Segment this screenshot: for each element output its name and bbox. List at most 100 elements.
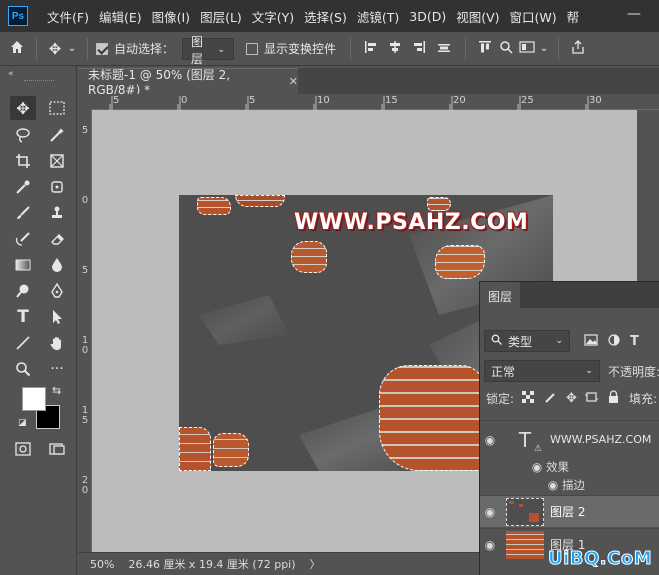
brush-tool-icon[interactable] <box>10 201 36 225</box>
zoom-level[interactable]: 50% <box>90 558 114 571</box>
menu-type[interactable]: 文字(Y) <box>247 7 299 26</box>
align-center-icon[interactable] <box>383 40 407 58</box>
home-icon[interactable] <box>0 39 34 59</box>
layer-effects-row[interactable]: ◉ 效果 <box>480 458 659 476</box>
brick-fragment <box>213 433 249 467</box>
layer-row-layer2[interactable]: ◉ 图层 2 <box>480 495 659 527</box>
adjustment-filter-icon[interactable] <box>608 333 620 349</box>
layer2-thumbnail <box>506 497 544 526</box>
menu-image[interactable]: 图像(I) <box>147 7 195 26</box>
gradient-tool-icon[interactable] <box>10 253 36 277</box>
ruler-label: 25 <box>521 95 534 106</box>
eyedropper-tool-icon[interactable] <box>10 175 36 199</box>
workspace-icon[interactable] <box>516 40 538 58</box>
visibility-eye-icon[interactable]: ◉ <box>480 505 500 519</box>
auto-select-checkbox[interactable] <box>96 42 108 55</box>
align-right-icon[interactable] <box>407 40 431 58</box>
visibility-eye-icon[interactable]: ◉ <box>480 538 500 552</box>
history-brush-tool-icon[interactable] <box>10 227 36 251</box>
menu-select[interactable]: 选择(S) <box>299 7 352 26</box>
blend-mode-dropdown[interactable]: 正常 ⌄ <box>484 360 600 382</box>
type-filter-icon[interactable]: T <box>630 334 639 349</box>
lock-pixels-icon[interactable] <box>544 391 556 406</box>
layer-effect-stroke-row[interactable]: ◉ 描边 <box>480 476 659 494</box>
layer-filter-dropdown[interactable]: 类型 ⌄ <box>484 330 570 352</box>
menu-edit[interactable]: 编辑(E) <box>94 7 147 26</box>
visibility-eye-icon[interactable]: ◉ <box>528 460 546 474</box>
vertical-ruler[interactable]: 5 0 5 1 0 1 5 2 0 <box>78 110 92 552</box>
collapse-icon[interactable]: « <box>8 69 14 79</box>
close-icon[interactable]: ✕ <box>289 75 298 88</box>
layer-row-text[interactable]: ◉ T ⚠ WWW.PSAHZ.COM <box>480 420 659 458</box>
ruler-label: 20 <box>453 95 466 106</box>
horizontal-ruler[interactable]: 5 0 5 10 15 20 25 30 <box>92 94 659 110</box>
marquee-tool-icon[interactable] <box>44 96 70 120</box>
lock-transparent-icon[interactable] <box>522 390 535 406</box>
show-transform-checkbox[interactable] <box>246 42 259 55</box>
auto-select-label: 自动选择： <box>114 42 175 56</box>
distribute-icon[interactable] <box>431 40 457 58</box>
lock-position-icon[interactable]: ✥ <box>566 391 577 406</box>
ruler-label: 15 <box>385 95 398 106</box>
chevron-down-icon: ⌄ <box>585 366 593 376</box>
path-selection-tool-icon[interactable] <box>44 305 70 329</box>
menu-window[interactable]: 窗口(W) <box>505 7 562 26</box>
pen-tool-icon[interactable] <box>44 279 70 303</box>
menu-3d[interactable]: 3D(D) <box>404 9 451 24</box>
search-icon[interactable] <box>496 40 516 58</box>
image-filter-icon[interactable] <box>584 333 598 349</box>
spot-healing-tool-icon[interactable] <box>44 175 70 199</box>
status-menu-button[interactable]: 〉 <box>310 556 321 572</box>
blur-tool-icon[interactable] <box>44 253 70 277</box>
menu-layer[interactable]: 图层(L) <box>195 7 247 26</box>
document-tab[interactable]: 未标题-1 @ 50% (图层 2, RGB/8#) * ✕ <box>78 68 298 97</box>
move-tool-icon[interactable]: ✥ <box>10 96 36 120</box>
more-tools-icon[interactable]: ··· <box>44 357 70 381</box>
lock-all-icon[interactable] <box>608 390 619 406</box>
ruler-label: 5 <box>249 95 256 106</box>
chevron-down-icon[interactable]: ⌄ <box>65 43 79 54</box>
move-tool-icon[interactable]: ✥ <box>45 40 65 58</box>
visibility-eye-icon[interactable]: ◉ <box>480 433 500 447</box>
align-left-icon[interactable] <box>359 40 383 58</box>
hand-tool-icon[interactable] <box>44 331 70 355</box>
chevron-down-icon: ⌄ <box>555 336 563 346</box>
fill-label: 填充: <box>628 391 657 406</box>
auto-select-target-value: 图层 <box>191 34 204 66</box>
magic-wand-tool-icon[interactable] <box>44 123 70 147</box>
lock-artboard-icon[interactable] <box>584 391 598 406</box>
lock-label: 锁定: <box>486 391 515 406</box>
foreground-color-swatch[interactable] <box>22 387 46 411</box>
visibility-eye-icon[interactable]: ◉ <box>544 478 562 492</box>
canvas-text-layer[interactable]: WWW.PSAHZ.COM <box>294 210 528 235</box>
line-tool-icon[interactable] <box>10 331 36 355</box>
default-colors-icon[interactable]: ◪ <box>18 418 27 428</box>
ruler-label: 5 <box>113 95 120 106</box>
layers-panel-tab[interactable]: 图层 <box>480 282 521 308</box>
zoom-tool-icon[interactable] <box>10 357 36 381</box>
lasso-tool-icon[interactable] <box>10 123 36 147</box>
crop-tool-icon[interactable] <box>10 149 36 173</box>
type-tool-icon[interactable]: T <box>10 305 36 329</box>
ruler-origin[interactable] <box>78 94 92 110</box>
menu-help[interactable]: 帮 <box>562 7 585 26</box>
photoshop-logo-icon: Ps <box>8 6 28 26</box>
minimize-button[interactable]: — <box>627 6 641 22</box>
menu-file[interactable]: 文件(F) <box>42 7 94 26</box>
swap-colors-icon[interactable]: ⇆ <box>52 384 61 397</box>
frame-tool-icon[interactable] <box>44 149 70 173</box>
align-top-icon[interactable] <box>474 40 496 58</box>
layer-name: WWW.PSAHZ.COM <box>550 433 652 446</box>
screen-mode-icon[interactable] <box>44 437 70 461</box>
menu-filter[interactable]: 滤镜(T) <box>352 7 404 26</box>
dodge-tool-icon[interactable] <box>10 279 36 303</box>
quick-mask-icon[interactable] <box>10 437 36 461</box>
eraser-tool-icon[interactable] <box>44 227 70 251</box>
share-icon[interactable] <box>567 39 589 58</box>
chevron-down-icon[interactable]: ⌄ <box>538 43 550 54</box>
auto-select-target-dropdown[interactable]: 图层 ⌄ <box>182 35 235 66</box>
menu-view[interactable]: 视图(V) <box>451 7 504 26</box>
show-transform-label: 显示变换控件 <box>264 42 337 56</box>
stamp-tool-icon[interactable] <box>44 201 70 225</box>
ruler-label: 5 <box>81 125 89 136</box>
